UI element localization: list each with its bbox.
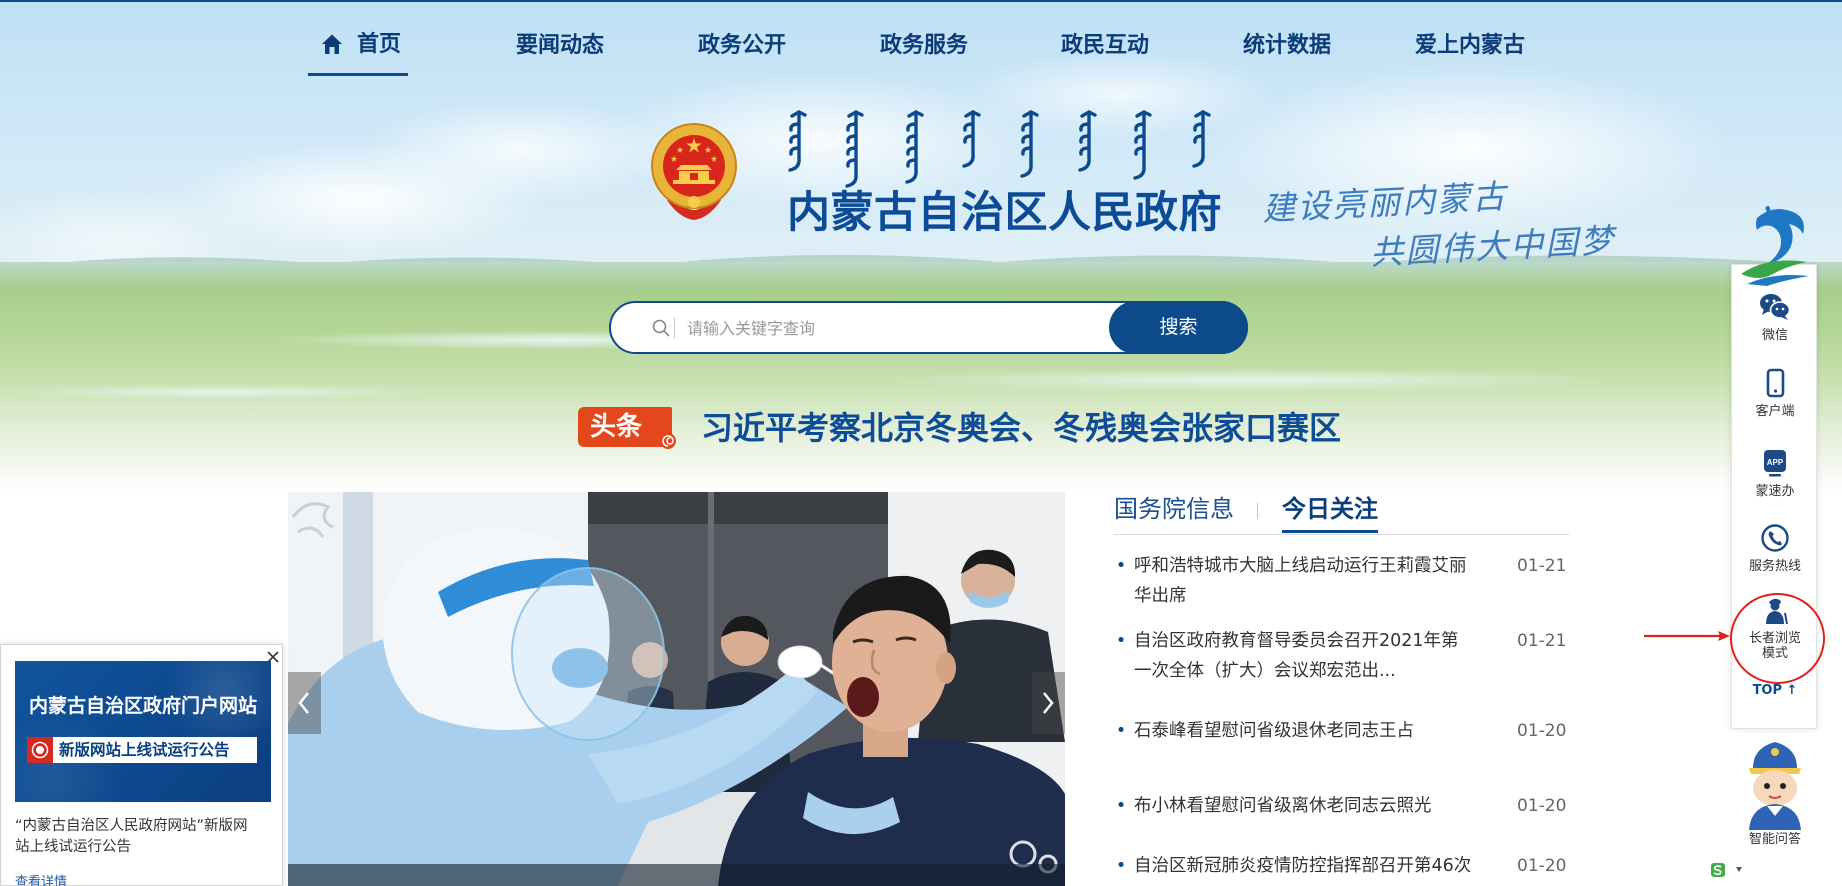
tab-baseline	[1114, 534, 1569, 535]
search-button[interactable]: 搜索	[1109, 301, 1248, 354]
tab-state-council-info[interactable]: 国务院信息	[1114, 492, 1234, 526]
news-date: 01-20	[1517, 796, 1567, 816]
bullet-icon: •	[1115, 856, 1127, 876]
nav-statistics[interactable]: 统计数据	[1243, 30, 1331, 62]
mongolian-glyph-column	[1192, 110, 1211, 168]
news-date: 01-20	[1517, 856, 1567, 876]
mongolian-glyph-column	[845, 110, 864, 188]
robot-assistant-icon[interactable]	[1739, 738, 1811, 830]
sidebar-item-label: 服务热线	[1748, 559, 1801, 574]
news-title: 石泰峰看望慰问省级退休老同志王占	[1134, 721, 1414, 741]
page: 首页 要闻动态 政务公开 政务服务 政民互动 统计数据 爱上内蒙古 内蒙古自治区…	[0, 0, 1842, 886]
announcement-popup: 内蒙古自治区政府门户网站 新版网站上线试运行公告 “内蒙古自治区人民政府网站”新…	[0, 644, 283, 886]
nav-home[interactable]: 首页	[308, 26, 408, 76]
sidebar-item-label: 客户端	[1755, 404, 1795, 419]
app-icon-text: APP	[1767, 458, 1784, 467]
bullet-icon: •	[1115, 556, 1127, 576]
sidebar-item-wechat[interactable]: 微信	[1732, 292, 1818, 343]
back-to-top-button[interactable]: TOP ↑	[1732, 683, 1818, 698]
sidebar-item-mengsuban[interactable]: APP 蒙速办	[1732, 448, 1818, 499]
assistant-label: 智能问答	[1748, 832, 1801, 847]
chevron-left-icon	[298, 692, 309, 714]
bullet-icon: •	[1115, 721, 1127, 741]
news-title: 自治区新冠肺炎疫情防控指挥部召开第46次	[1134, 856, 1472, 876]
slider-next-button[interactable]	[1032, 672, 1065, 734]
search-bar: 搜索	[609, 301, 1248, 354]
sidebar-item-client[interactable]: 客户端	[1732, 368, 1818, 419]
slider-prev-button[interactable]	[288, 672, 321, 734]
sidebar-item-label: 蒙速办	[1755, 484, 1795, 499]
emblem-small-icon	[31, 741, 49, 759]
sidebar-item-label: 微信	[1761, 328, 1788, 343]
nav-home-label: 首页	[357, 32, 402, 57]
chevron-right-icon	[1043, 692, 1054, 714]
mongolian-glyph-column	[1133, 110, 1152, 180]
home-icon	[322, 34, 342, 54]
banner-notice-strip: 新版网站上线试运行公告	[27, 737, 257, 763]
search-icon	[652, 319, 670, 337]
highlight-arrow	[1644, 631, 1730, 641]
grassland-background	[0, 262, 1842, 492]
wechat-icon	[1760, 294, 1791, 320]
news-title: 呼和浩特城市大脑上线启动运行王莉霞艾丽华出席	[1134, 556, 1467, 606]
mobile-icon	[1766, 368, 1785, 398]
nav-gov-affairs[interactable]: 政务公开	[698, 30, 786, 62]
announcement-description: “内蒙古自治区人民政府网站”新版网站上线试运行公告	[15, 818, 248, 855]
tab-separator	[1257, 503, 1258, 519]
tray-input-method-icon	[1711, 863, 1742, 877]
mongolian-title-logo	[788, 110, 1211, 188]
site-title: 内蒙古自治区人民政府	[787, 188, 1222, 238]
mongolian-glyph-column	[962, 110, 981, 168]
news-date: 01-21	[1517, 631, 1567, 651]
nav-love-inner-mongolia[interactable]: 爱上内蒙古	[1415, 30, 1525, 62]
headline-badge-label: 头条	[590, 412, 643, 442]
bullet-icon: •	[1115, 796, 1127, 816]
emblem-badge	[27, 737, 53, 763]
news-date: 01-21	[1517, 556, 1567, 576]
mongolian-glyph-column	[1078, 110, 1097, 172]
news-date: 01-20	[1517, 721, 1567, 741]
banner-title: 内蒙古自治区政府门户网站	[28, 696, 257, 717]
mongolian-glyph-column	[1020, 110, 1039, 178]
banner-notice: 新版网站上线试运行公告	[59, 741, 230, 759]
tab-active-underline	[1282, 530, 1378, 533]
slider-photo[interactable]	[288, 492, 1065, 886]
bullet-icon: •	[1115, 631, 1127, 651]
announcement-banner[interactable]: 内蒙古自治区政府门户网站 新版网站上线试运行公告	[15, 661, 271, 802]
nav-gov-services[interactable]: 政务服务	[880, 30, 968, 62]
national-emblem-icon	[651, 123, 737, 220]
view-details-link[interactable]: 查看详情	[15, 871, 67, 886]
nav-news[interactable]: 要闻动态	[516, 30, 604, 62]
search-divider	[674, 317, 675, 339]
news-title: 布小林看望慰问省级离休老同志云照光	[1134, 796, 1432, 816]
top-border	[0, 0, 1842, 2]
app-icon: APP	[1764, 450, 1786, 477]
mongolian-glyph-column	[788, 110, 807, 172]
mongolian-glyph-column	[905, 110, 924, 184]
nav-active-underline	[308, 73, 408, 76]
hotline-icon	[1761, 524, 1789, 552]
horse-logo-icon	[1741, 206, 1809, 286]
tab-today-focus[interactable]: 今日关注	[1282, 492, 1378, 526]
search-input[interactable]	[687, 313, 1087, 343]
headline-badge: 头条	[578, 407, 676, 449]
headline-link[interactable]: 习近平考察北京冬奥会、冬残奥会张家口赛区	[701, 407, 1341, 449]
cloud-swirl-icon	[660, 433, 676, 449]
news-title: 自治区政府教育督导委员会召开2021年第一次全体（扩大）会议郑宏范出...	[1134, 631, 1459, 681]
highlight-circle	[1730, 593, 1825, 684]
nav-interaction[interactable]: 政民互动	[1061, 30, 1149, 62]
sidebar-item-hotline[interactable]: 服务热线	[1732, 523, 1818, 574]
